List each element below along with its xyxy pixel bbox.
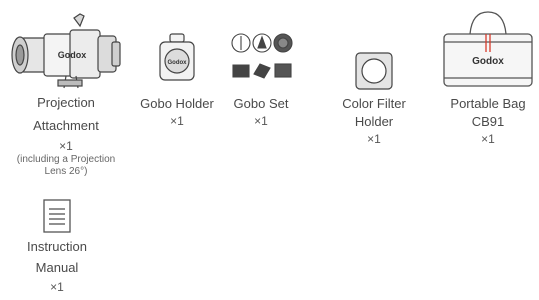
item-name-line: Manual [35, 260, 79, 275]
item-gobo-holder: Gobo Holder ×1 [127, 95, 227, 129]
item-name-line: Portable Bag [450, 96, 526, 111]
item-color-filter-holder: Color Filter Holder ×1 [324, 95, 424, 147]
logo-text-bag: Godox [472, 56, 504, 67]
item-quantity: ×1 [59, 139, 73, 153]
item-note-line: (including a Projection [16, 154, 116, 165]
item-instruction-manual: Instruction Manual ×1 [7, 238, 107, 295]
item-quantity: ×1 [170, 114, 184, 128]
gobo-holder-image: Godox [159, 33, 195, 81]
item-quantity: ×1 [481, 132, 495, 146]
color-filter-holder-image [355, 52, 393, 90]
item-quantity: ×1 [50, 280, 64, 294]
item-name-line: Attachment [33, 118, 99, 133]
item-quantity: ×1 [367, 132, 381, 146]
item-name-line: Projection [37, 95, 95, 110]
item-name-line: Instruction [27, 239, 87, 254]
item-gobo-set: Gobo Set ×1 [216, 95, 306, 129]
portable-bag-image: Godox [443, 11, 533, 87]
item-note-line: Lens 26°) [44, 166, 88, 177]
item-projection-attachment: Projection Attachment ×1 (including a Pr… [0, 94, 132, 178]
logo-text-attachment: Godox [58, 50, 87, 60]
item-name-line: Holder [354, 114, 394, 129]
logo-text-gobo-holder: Godox [168, 60, 188, 66]
projection-attachment-image: Godox [11, 13, 121, 89]
item-quantity: ×1 [254, 114, 268, 128]
item-name-line: Color Filter [342, 96, 406, 111]
gobo-set-image [231, 33, 293, 79]
document-icon [43, 199, 71, 233]
item-name-line: CB91 [471, 114, 505, 129]
item-portable-bag: Portable Bag CB91 ×1 [438, 95, 538, 147]
item-name-line: Gobo Holder [140, 96, 214, 111]
item-name-line: Gobo Set [233, 96, 289, 111]
